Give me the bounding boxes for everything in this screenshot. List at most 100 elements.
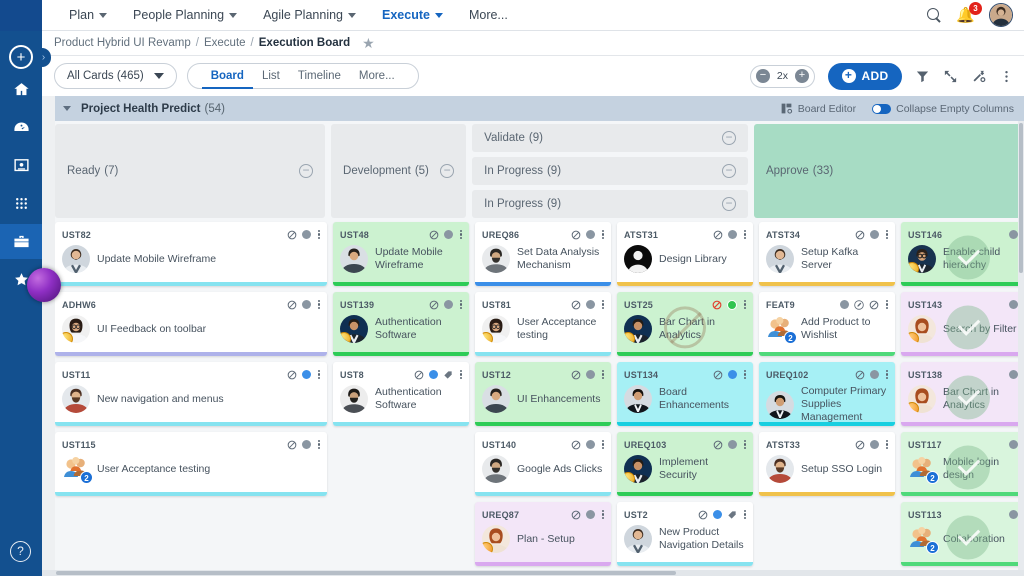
toggle-switch[interactable] — [872, 104, 891, 114]
board-card[interactable]: UST8Authentication Software — [333, 362, 469, 426]
card-title: UI Feedback on toolbar — [97, 323, 206, 336]
board-card[interactable]: UST139Authentication Software — [333, 292, 469, 356]
tab-list[interactable]: List — [253, 63, 289, 89]
board-card[interactable]: UST81User Acceptance testing — [475, 292, 611, 356]
board-card[interactable]: UREQ86Set Data Analysis Mechanism — [475, 222, 611, 286]
tab-more[interactable]: More... — [350, 63, 404, 89]
add-button[interactable]: + ADD — [828, 63, 902, 90]
card-menu-icon[interactable] — [886, 370, 888, 380]
zoom-stepper: − 2x + — [750, 65, 815, 88]
card-menu-icon[interactable] — [602, 370, 604, 380]
board-card[interactable]: UST1152User Acceptance testing — [55, 432, 327, 496]
board-card[interactable]: UST25Bar Chart in Analytics — [617, 292, 753, 356]
card-menu-icon[interactable] — [460, 230, 462, 240]
card-menu-icon[interactable] — [744, 510, 746, 520]
column-collapse-button[interactable]: − — [722, 197, 736, 211]
sidebar-item-dashboard[interactable] — [0, 110, 42, 145]
board-card[interactable]: UREQ87Plan - Setup — [475, 502, 611, 566]
card-menu-icon[interactable] — [886, 230, 888, 240]
block-circle-icon — [429, 230, 439, 240]
card-body: UI Enhancements — [482, 385, 604, 413]
board-card[interactable]: FEAT92Add Product to Wishlist — [759, 292, 895, 356]
sidebar-item-home[interactable] — [0, 72, 42, 107]
board-card[interactable]: ATST33Setup SSO Login — [759, 432, 895, 496]
zoom-in-button[interactable]: + — [795, 69, 809, 83]
card-menu-icon[interactable] — [318, 300, 320, 310]
board-card[interactable]: UST143Search by Filter — [901, 292, 1024, 356]
swimlane-collapse-caret[interactable] — [63, 106, 71, 111]
board-editor-button[interactable]: Board Editor — [780, 102, 856, 115]
card-menu-icon[interactable] — [886, 300, 888, 310]
help-button[interactable]: ? — [10, 541, 31, 562]
board-card[interactable]: UST1172Mobile login design — [901, 432, 1024, 496]
tab-timeline[interactable]: Timeline — [289, 63, 350, 89]
board-card[interactable]: UST1132Collaboration — [901, 502, 1024, 566]
board-card[interactable]: UST12UI Enhancements — [475, 362, 611, 426]
more-vertical-icon[interactable] — [999, 69, 1014, 84]
expand-fullscreen-icon[interactable] — [943, 69, 958, 84]
board-card[interactable]: UST146Enable child hierarchy — [901, 222, 1024, 286]
card-title: Update Mobile Wireframe — [375, 246, 462, 272]
column-collapse-button[interactable]: − — [722, 164, 736, 178]
group-settings-icon[interactable] — [971, 69, 986, 84]
collapse-empty-columns-toggle[interactable]: Collapse Empty Columns — [872, 103, 1014, 115]
card-menu-icon[interactable] — [744, 230, 746, 240]
zoom-out-button[interactable]: − — [756, 69, 770, 83]
card-menu-icon[interactable] — [744, 440, 746, 450]
card-menu-icon[interactable] — [318, 230, 320, 240]
card-assignee-avatar — [624, 455, 652, 483]
board-card[interactable]: UST138Bar Chart in Analytics — [901, 362, 1024, 426]
rail-add-button[interactable]: + — [9, 45, 33, 69]
search-icon[interactable] — [927, 8, 942, 23]
board-card[interactable]: ATST34Setup Kafka Server — [759, 222, 895, 286]
card-body: 2Collaboration — [908, 525, 1024, 553]
column-collapse-button[interactable]: − — [299, 164, 313, 178]
column-collapse-button[interactable]: − — [440, 164, 454, 178]
card-menu-icon[interactable] — [602, 230, 604, 240]
column-collapse-button[interactable]: − — [722, 131, 736, 145]
card-assignee-avatar — [482, 455, 510, 483]
board-card[interactable]: ADHW6UI Feedback on toolbar — [55, 292, 327, 356]
menu-item-execute[interactable]: Execute — [369, 0, 456, 31]
notification-bell-icon[interactable]: 🔔 3 — [956, 8, 975, 23]
funnel-filter-icon[interactable] — [915, 69, 930, 84]
board-card[interactable]: UST140Google Ads Clicks — [475, 432, 611, 496]
board-card[interactable]: UREQ103Implement Security — [617, 432, 753, 496]
board-card[interactable]: UST48Update Mobile Wireframe — [333, 222, 469, 286]
menu-item-plan[interactable]: Plan — [56, 0, 120, 31]
sidebar-item-presentation[interactable] — [0, 148, 42, 183]
breadcrumb-item-2[interactable]: Execute — [204, 37, 246, 49]
card-menu-icon[interactable] — [744, 370, 746, 380]
card-menu-icon[interactable] — [886, 440, 888, 450]
card-menu-icon[interactable] — [318, 440, 320, 450]
board-card[interactable]: UST11New navigation and menus — [55, 362, 327, 426]
menu-item-agile-planning[interactable]: Agile Planning — [250, 0, 369, 31]
card-menu-icon[interactable] — [602, 300, 604, 310]
board-vertical-scrollbar[interactable] — [1018, 121, 1024, 570]
card-menu-icon[interactable] — [602, 440, 604, 450]
sidebar-item-briefcase[interactable] — [0, 224, 42, 259]
favorite-star-icon[interactable]: ★ — [362, 35, 375, 52]
card-menu-icon[interactable] — [460, 300, 462, 310]
card-menu-icon[interactable] — [460, 370, 462, 380]
board-card[interactable]: UST82Update Mobile Wireframe — [55, 222, 327, 286]
card-menu-icon[interactable] — [744, 300, 746, 310]
board-horizontal-scrollbar[interactable] — [42, 570, 1024, 576]
card-id: UST117 — [908, 440, 942, 450]
board-card[interactable]: UST2New Product Navigation Details — [617, 502, 753, 566]
menu-item-people-planning[interactable]: People Planning — [120, 0, 250, 31]
assistant-orb[interactable] — [27, 268, 61, 302]
comment-bubble-icon — [586, 370, 595, 379]
card-menu-icon[interactable] — [318, 370, 320, 380]
board-card[interactable]: ATST31Design Library — [617, 222, 753, 286]
tab-board[interactable]: Board — [202, 63, 253, 89]
board-card[interactable]: UREQ102Computer Primary Supplies Managem… — [759, 362, 895, 426]
user-avatar[interactable] — [989, 3, 1013, 27]
breadcrumb-item-1[interactable]: Product Hybrid UI Revamp — [54, 37, 191, 49]
card-header: UST8 — [340, 368, 462, 381]
board-card[interactable]: UST134Board Enhancements — [617, 362, 753, 426]
menu-item-more[interactable]: More... — [456, 0, 521, 31]
card-menu-icon[interactable] — [602, 510, 604, 520]
card-filter-dropdown[interactable]: All Cards (465) — [54, 63, 177, 89]
sidebar-item-apps[interactable] — [0, 186, 42, 221]
